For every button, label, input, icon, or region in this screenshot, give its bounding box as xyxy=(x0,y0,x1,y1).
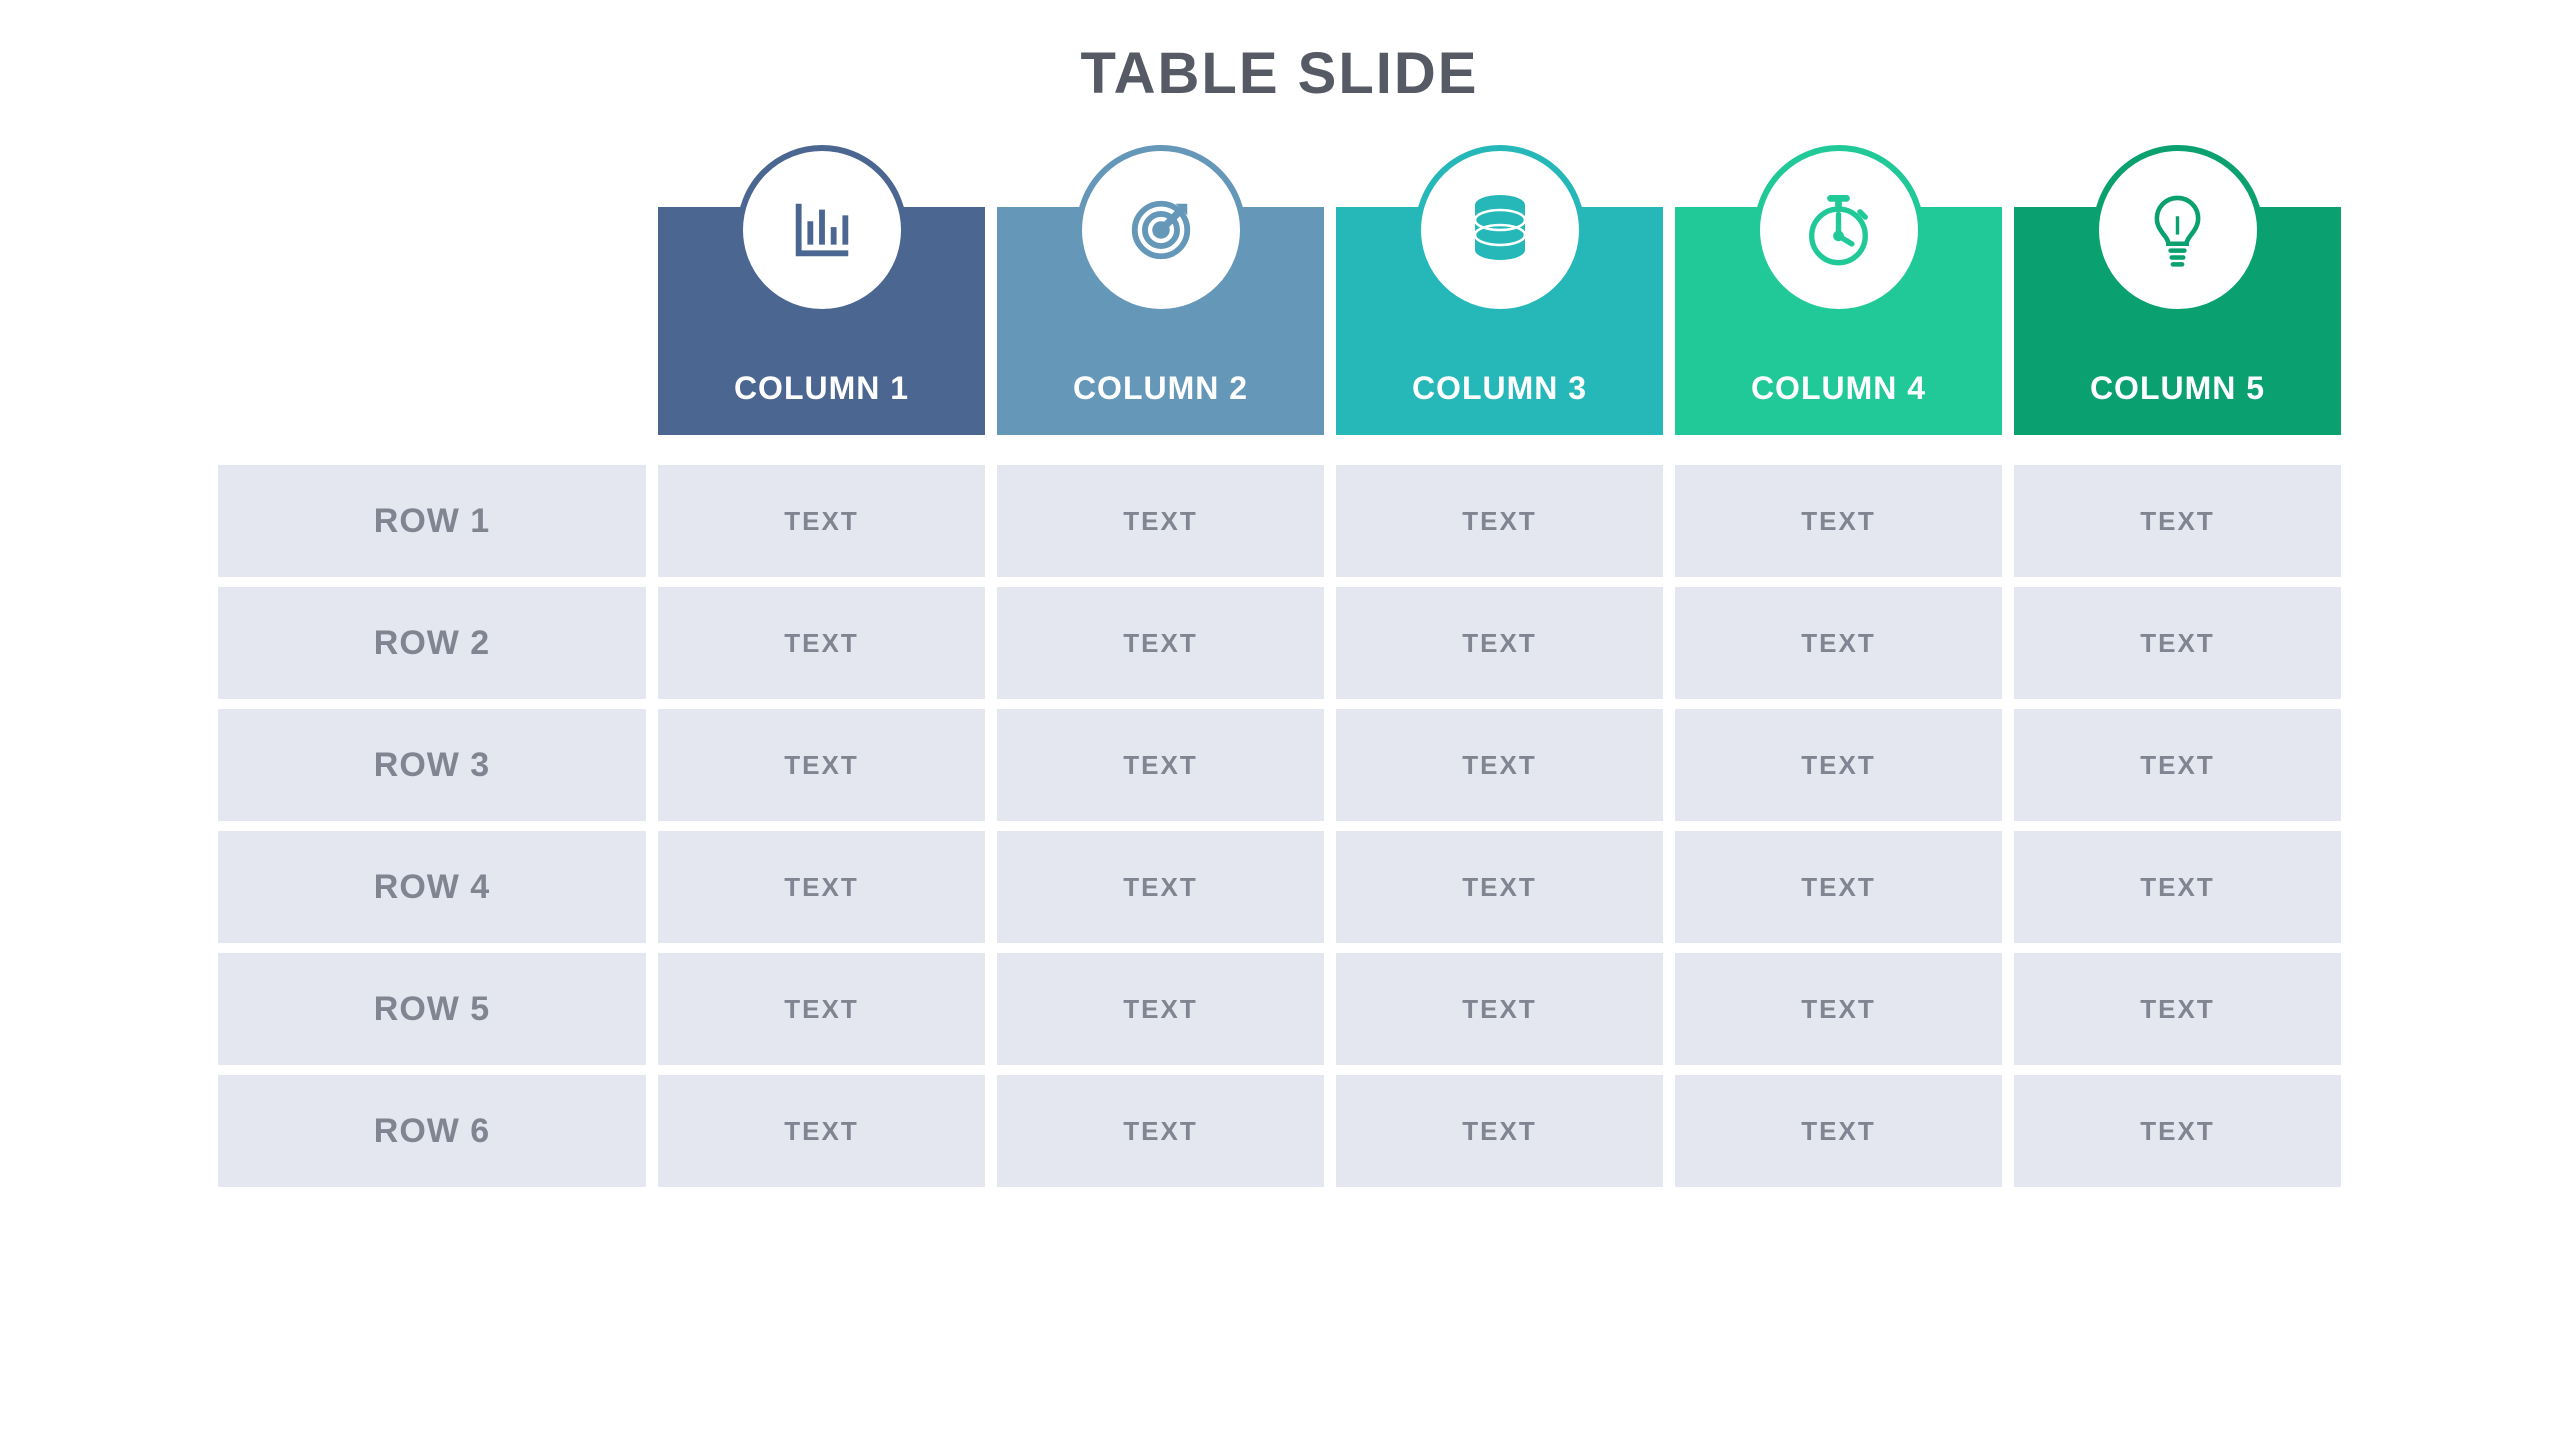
table-cell: TEXT xyxy=(1336,465,1663,577)
column-icon-circle xyxy=(2093,145,2263,315)
table: COLUMN 1 COLUMN 2 xyxy=(218,207,2341,1187)
database-icon xyxy=(1469,195,1531,265)
column-icon-circle xyxy=(1754,145,1924,315)
row-label: ROW 5 xyxy=(218,953,646,1065)
table-cell: TEXT xyxy=(997,1075,1324,1187)
table-cell: TEXT xyxy=(997,465,1324,577)
table-cell: TEXT xyxy=(1675,953,2002,1065)
row-label: ROW 4 xyxy=(218,831,646,943)
lightbulb-icon xyxy=(2150,191,2205,269)
column-header-4: COLUMN 4 xyxy=(1675,207,2002,435)
row-label: ROW 6 xyxy=(218,1075,646,1187)
table-cell: TEXT xyxy=(658,953,985,1065)
column-icon-circle xyxy=(1415,145,1585,315)
table-row: ROW 2 TEXT TEXT TEXT TEXT TEXT xyxy=(218,587,2341,699)
table-row: ROW 6 TEXT TEXT TEXT TEXT TEXT xyxy=(218,1075,2341,1187)
table-cell: TEXT xyxy=(1675,709,2002,821)
column-label: COLUMN 2 xyxy=(1073,370,1248,407)
row-label: ROW 2 xyxy=(218,587,646,699)
slide-title: TABLE SLIDE xyxy=(1081,40,1479,107)
target-icon xyxy=(1126,195,1196,265)
column-header-3: COLUMN 3 xyxy=(1336,207,1663,435)
table-cell: TEXT xyxy=(658,1075,985,1187)
table-cell: TEXT xyxy=(1336,1075,1663,1187)
table-cell: TEXT xyxy=(1675,587,2002,699)
table-cell: TEXT xyxy=(658,587,985,699)
table-cell: TEXT xyxy=(658,465,985,577)
column-label: COLUMN 1 xyxy=(734,370,909,407)
table-cell: TEXT xyxy=(1675,1075,2002,1187)
column-icon-circle xyxy=(737,145,907,315)
row-label: ROW 3 xyxy=(218,709,646,821)
table-cell: TEXT xyxy=(2014,709,2341,821)
stopwatch-icon xyxy=(1806,193,1871,268)
table-cell: TEXT xyxy=(1336,709,1663,821)
table-row: ROW 1 TEXT TEXT TEXT TEXT TEXT xyxy=(218,465,2341,577)
table-cell: TEXT xyxy=(2014,831,2341,943)
table-cell: TEXT xyxy=(997,831,1324,943)
bar-chart-icon xyxy=(787,195,857,265)
column-label: COLUMN 3 xyxy=(1412,370,1587,407)
table-cell: TEXT xyxy=(1336,587,1663,699)
table-row: ROW 5 TEXT TEXT TEXT TEXT TEXT xyxy=(218,953,2341,1065)
column-header-5: COLUMN 5 xyxy=(2014,207,2341,435)
table-cell: TEXT xyxy=(997,587,1324,699)
table-row: ROW 4 TEXT TEXT TEXT TEXT TEXT xyxy=(218,831,2341,943)
column-label: COLUMN 5 xyxy=(2090,370,2265,407)
table-cell: TEXT xyxy=(1675,831,2002,943)
table-cell: TEXT xyxy=(997,709,1324,821)
table-cell: TEXT xyxy=(1336,831,1663,943)
table-cell: TEXT xyxy=(1675,465,2002,577)
table-row: ROW 3 TEXT TEXT TEXT TEXT TEXT xyxy=(218,709,2341,821)
column-icon-circle xyxy=(1076,145,1246,315)
row-label: ROW 1 xyxy=(218,465,646,577)
table-cell: TEXT xyxy=(2014,1075,2341,1187)
table-cell: TEXT xyxy=(2014,465,2341,577)
table-cell: TEXT xyxy=(2014,953,2341,1065)
table-cell: TEXT xyxy=(2014,587,2341,699)
column-header-1: COLUMN 1 xyxy=(658,207,985,435)
column-header-2: COLUMN 2 xyxy=(997,207,1324,435)
table-cell: TEXT xyxy=(658,709,985,821)
table-cell: TEXT xyxy=(1336,953,1663,1065)
table-cell: TEXT xyxy=(997,953,1324,1065)
column-label: COLUMN 4 xyxy=(1751,370,1926,407)
data-rows: ROW 1 TEXT TEXT TEXT TEXT TEXT ROW 2 TEX… xyxy=(218,465,2341,1187)
table-cell: TEXT xyxy=(658,831,985,943)
column-headers: COLUMN 1 COLUMN 2 xyxy=(658,207,2341,435)
